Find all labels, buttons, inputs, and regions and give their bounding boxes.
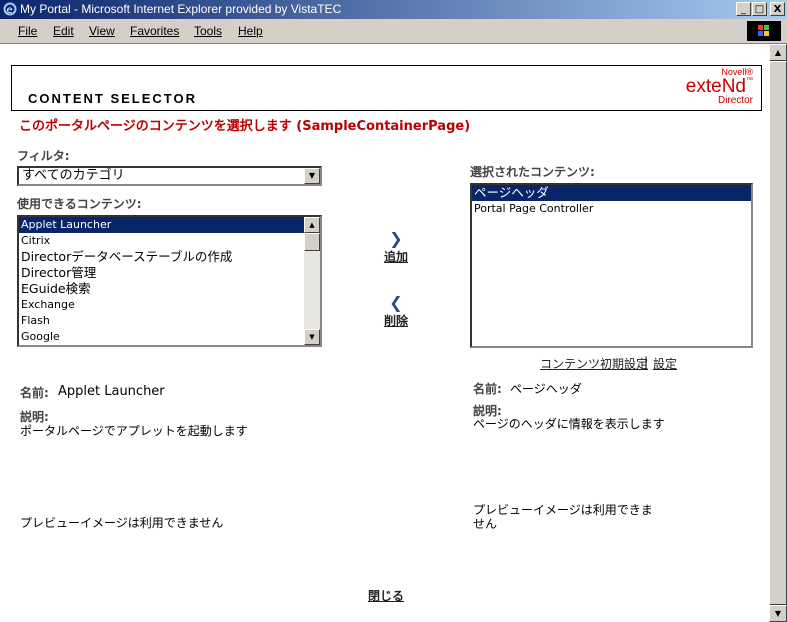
- content-selector-header: CONTENT SELECTOR Novell® exteNd™ Directo…: [11, 65, 762, 111]
- filter-select[interactable]: すべてのカテゴリ ▼: [17, 166, 322, 186]
- minimize-button[interactable]: _: [736, 2, 751, 16]
- list-item[interactable]: Citrix: [19, 233, 320, 249]
- left-name-label: 名前:: [20, 386, 49, 400]
- menu-help[interactable]: Help: [238, 24, 263, 38]
- link-separator: |: [644, 355, 649, 369]
- filter-label: フィルタ:: [17, 149, 70, 163]
- menu-tools[interactable]: Tools: [194, 24, 222, 38]
- header-title: CONTENT SELECTOR: [28, 91, 197, 106]
- scroll-down-icon[interactable]: ▼: [769, 605, 787, 622]
- chevron-right-icon: ❯: [389, 229, 403, 248]
- left-name-value: Applet Launcher: [58, 384, 165, 399]
- page-heading: このポータルページのコンテンツを選択します (SampleContainerPa…: [19, 119, 471, 134]
- scroll-up-icon[interactable]: ▲: [304, 217, 320, 233]
- list-item[interactable]: Portal Page Controller: [472, 201, 751, 217]
- list-item[interactable]: ページヘッダ: [472, 185, 751, 201]
- add-button[interactable]: ❯ 追加: [376, 230, 416, 265]
- remove-label[interactable]: 削除: [376, 312, 416, 329]
- add-label[interactable]: 追加: [376, 248, 416, 265]
- list-item[interactable]: Exchange: [19, 297, 320, 313]
- scroll-thumb[interactable]: [304, 233, 320, 251]
- right-preview-text-line1: プレビューイメージは利用できま: [473, 503, 653, 517]
- chevron-left-icon: ❮: [389, 293, 403, 312]
- available-content-label: 使用できるコンテンツ:: [17, 197, 142, 211]
- window-title-bar[interactable]: e My Portal - Microsoft Internet Explore…: [0, 0, 787, 19]
- settings-link[interactable]: 設定: [653, 355, 677, 372]
- list-item[interactable]: Director管理: [19, 265, 320, 281]
- list-item[interactable]: Applet Launcher: [19, 217, 320, 233]
- dropdown-arrow-icon[interactable]: ▼: [304, 168, 320, 184]
- left-description-value: ポータルページでアプレットを起動します: [20, 424, 248, 438]
- page-content: CONTENT SELECTOR Novell® exteNd™ Directo…: [0, 44, 769, 622]
- window-title: My Portal - Microsoft Internet Explorer …: [20, 2, 342, 16]
- svg-text:e: e: [7, 5, 13, 16]
- right-description-value: ページのヘッダに情報を表示します: [473, 417, 665, 431]
- right-name-label: 名前:: [473, 382, 502, 396]
- left-preview-text: プレビューイメージは利用できません: [20, 516, 224, 530]
- list-item[interactable]: Google: [19, 329, 320, 345]
- scroll-thumb[interactable]: [769, 61, 787, 605]
- windows-logo-icon: [747, 21, 781, 41]
- menu-favorites[interactable]: Favorites: [130, 24, 179, 38]
- close-link[interactable]: 閉じる: [368, 587, 404, 604]
- list-item[interactable]: EGuide検索: [19, 281, 320, 297]
- right-name-value: ページヘッダ: [510, 382, 582, 396]
- right-preview-text-line2: せん: [473, 517, 498, 531]
- list-scrollbar[interactable]: ▲ ▼: [304, 217, 320, 345]
- internet-explorer-icon: e: [3, 2, 17, 16]
- remove-button[interactable]: ❮ 削除: [376, 294, 416, 329]
- close-window-button[interactable]: X: [770, 2, 785, 16]
- maximize-button[interactable]: □: [752, 2, 767, 16]
- menu-view[interactable]: View: [89, 24, 115, 38]
- menu-edit[interactable]: Edit: [53, 24, 74, 38]
- selected-content-label: 選択されたコンテンツ:: [470, 165, 595, 179]
- initial-settings-link[interactable]: コンテンツ初期設定: [540, 355, 648, 372]
- list-item[interactable]: Flash: [19, 313, 320, 329]
- novell-extend-logo: Novell® exteNd™ Director: [685, 67, 753, 106]
- scroll-down-icon[interactable]: ▼: [304, 329, 320, 345]
- available-content-list[interactable]: Applet Launcher Citrix Directorデータベーステーブ…: [17, 215, 322, 347]
- menu-file[interactable]: File: [18, 24, 37, 38]
- filter-select-value: すべてのカテゴリ: [22, 168, 125, 183]
- menu-bar: File Edit View Favorites Tools Help: [0, 19, 787, 44]
- list-item[interactable]: Directorデータベーステーブルの作成: [19, 249, 320, 265]
- selected-content-list[interactable]: ページヘッダ Portal Page Controller: [470, 183, 753, 348]
- scroll-up-icon[interactable]: ▲: [769, 44, 787, 61]
- page-scrollbar[interactable]: ▲ ▼: [769, 44, 787, 622]
